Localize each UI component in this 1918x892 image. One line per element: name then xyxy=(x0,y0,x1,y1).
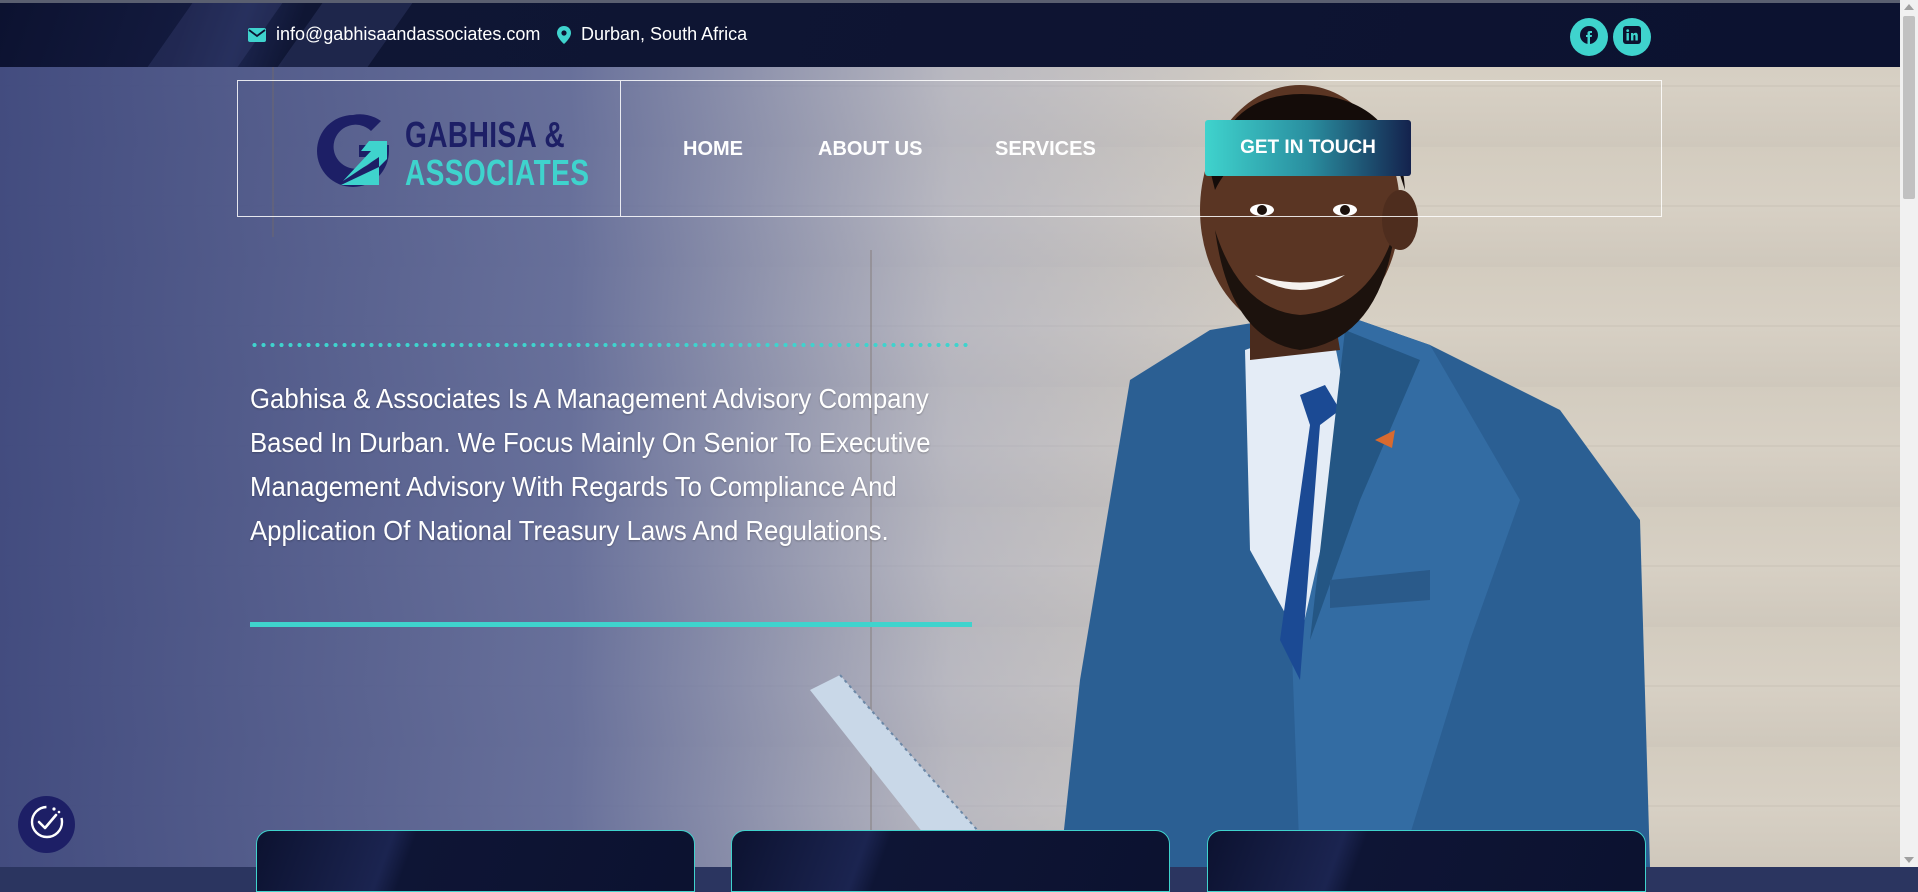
hero-description: Gabhisa & Associates Is A Management Adv… xyxy=(250,383,931,546)
facebook-icon xyxy=(1579,25,1599,50)
accessibility-button[interactable] xyxy=(18,796,75,853)
nav-services[interactable]: SERVICES xyxy=(995,138,1096,161)
email-contact[interactable]: info@gabhisaandassociates.com xyxy=(248,24,540,45)
facebook-button[interactable] xyxy=(1570,18,1608,56)
nav-home[interactable]: HOME xyxy=(683,138,743,161)
accent-underline xyxy=(250,622,972,627)
logo-wordmark: GABHISA & ASSOCIATES xyxy=(405,113,590,193)
service-card[interactable] xyxy=(731,830,1170,892)
logo-line-2: ASSOCIATES xyxy=(405,151,590,193)
map-pin-icon xyxy=(557,25,571,44)
envelope-icon xyxy=(248,27,266,42)
dotted-divider xyxy=(250,343,972,347)
accessibility-check-icon xyxy=(28,803,66,846)
location-text: Durban, South Africa xyxy=(581,24,748,44)
service-card[interactable] xyxy=(256,830,695,892)
company-logo[interactable]: GABHISA & ASSOCIATES xyxy=(313,111,641,196)
service-card[interactable] xyxy=(1207,830,1646,892)
linkedin-icon xyxy=(1623,25,1641,49)
linkedin-button[interactable] xyxy=(1613,18,1651,56)
scroll-up-arrow-icon[interactable] xyxy=(1904,4,1914,10)
get-in-touch-button[interactable]: GET IN TOUCH xyxy=(1205,120,1411,176)
main-navigation: GABHISA & ASSOCIATES HOME ABOUT US SERVI… xyxy=(237,80,1662,217)
top-bar: info@gabhisaandassociates.com Durban, So… xyxy=(0,0,1900,67)
location-contact: Durban, South Africa xyxy=(557,24,747,45)
scroll-thumb[interactable] xyxy=(1903,16,1915,199)
logo-line-1: GABHISA & xyxy=(405,113,566,155)
logo-g-mark-icon xyxy=(313,111,393,196)
page-scrollbar[interactable] xyxy=(1900,0,1918,867)
nav-about-us[interactable]: ABOUT US xyxy=(818,138,922,161)
scroll-down-arrow-icon[interactable] xyxy=(1904,857,1914,863)
email-address[interactable]: info@gabhisaandassociates.com xyxy=(276,24,540,45)
